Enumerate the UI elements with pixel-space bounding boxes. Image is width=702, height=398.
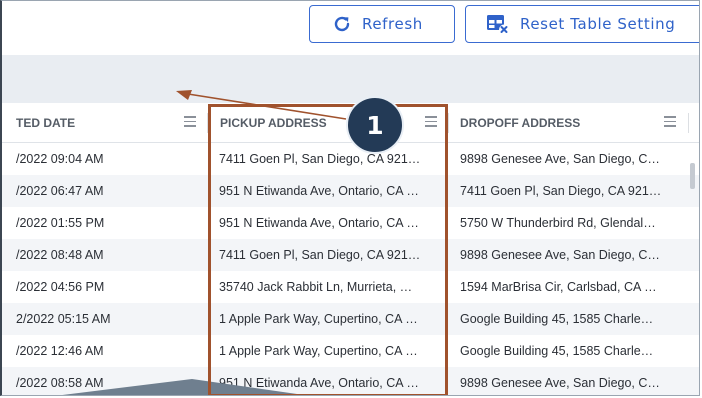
created-date-cell: /2022 08:48 AM [16,248,104,262]
table-row[interactable]: /2022 09:04 AM 7411 Goen Pl, San Diego, … [2,143,699,175]
column-header-label: PICKUP ADDRESS [220,115,327,130]
column-divider[interactable] [207,113,208,133]
reset-button-label: Reset Table Setting [520,15,676,33]
callout-number-badge: 1 [346,96,404,154]
pickup-address-cell: 35740 Jack Rabbit Ln, Murrieta, … [219,280,413,294]
pickup-address-cell: 7411 Goen Pl, San Diego, CA 921… [219,248,421,262]
created-date-cell: /2022 09:04 AM [16,152,104,166]
column-header-pickup-address[interactable]: PICKUP ADDRESS [212,103,442,142]
dropoff-address-cell: 1594 MarBrisa Cir, Carlsbad, CA … [460,280,657,294]
column-divider[interactable] [688,113,689,133]
created-date-cell: /2022 04:56 PM [16,280,105,294]
pickup-address-cell: 7411 Goen Pl, San Diego, CA 921… [219,152,421,166]
dropoff-address-cell: 9898 Genesee Ave, San Diego, C… [460,376,660,390]
column-header-label: DROPOFF ADDRESS [460,115,581,130]
dropoff-address-cell: Google Building 45, 1585 Charle… [460,344,654,358]
dropoff-address-cell: 5750 W Thunderbird Rd, Glendal… [460,216,656,230]
dropoff-address-cell: 7411 Goen Pl, San Diego, CA 921… [460,184,662,198]
dropoff-address-cell: 9898 Genesee Ave, San Diego, C… [460,152,660,166]
table-row[interactable]: /2022 08:48 AM 7411 Goen Pl, San Diego, … [2,239,699,271]
table-row[interactable]: /2022 06:47 AM 951 N Etiwanda Ave, Ontar… [2,175,699,207]
column-menu-icon[interactable] [184,116,196,127]
table-row[interactable]: /2022 08:58 AM 951 N Etiwanda Ave, Ontar… [2,367,699,395]
dropoff-address-cell: 9898 Genesee Ave, San Diego, C… [460,248,660,262]
column-divider[interactable] [448,113,449,133]
pickup-address-cell: 951 N Etiwanda Ave, Ontario, CA … [219,184,419,198]
pickup-address-cell: 951 N Etiwanda Ave, Ontario, CA … [219,216,419,230]
dropoff-address-cell: Google Building 45, 1585 Charle… [460,312,654,326]
table-row[interactable]: /2022 04:56 PM 35740 Jack Rabbit Ln, Mur… [2,271,699,303]
toolbar: Refresh Reset Table Setting [2,1,699,55]
app-window: Refresh Reset Table Setting TED DATE PIC… [0,0,700,396]
callout-number: 1 [366,110,384,140]
pickup-address-cell: 1 Apple Park Way, Cupertino, CA … [219,312,418,326]
refresh-button-label: Refresh [362,15,423,33]
filter-band [2,55,699,103]
table-row[interactable]: /2022 12:46 AM 1 Apple Park Way, Cuperti… [2,335,699,367]
column-header-dropoff-address[interactable]: DROPOFF ADDRESS [452,103,682,142]
created-date-cell: /2022 06:47 AM [16,184,104,198]
column-menu-icon[interactable] [664,116,676,127]
created-date-cell: /2022 01:55 PM [16,216,105,230]
refresh-button[interactable]: Refresh [309,5,455,43]
column-menu-icon[interactable] [425,116,437,127]
table-reset-icon [487,15,509,35]
created-date-cell: /2022 12:46 AM [16,344,104,358]
created-date-cell: 2/2022 05:15 AM [16,312,111,326]
table-row[interactable]: /2022 01:55 PM 951 N Etiwanda Ave, Ontar… [2,207,699,239]
table-row[interactable]: 2/2022 05:15 AM 1 Apple Park Way, Cupert… [2,303,699,335]
pickup-address-cell: 1 Apple Park Way, Cupertino, CA … [219,344,418,358]
reset-table-settings-button[interactable]: Reset Table Setting [465,5,699,43]
pickup-address-cell: 951 N Etiwanda Ave, Ontario, CA … [219,376,419,390]
created-date-cell: /2022 08:58 AM [16,376,104,390]
vertical-scrollbar[interactable] [690,163,695,189]
column-header-created-date[interactable]: TED DATE [8,103,198,142]
refresh-icon [334,16,350,32]
column-header-label: TED DATE [16,115,76,130]
